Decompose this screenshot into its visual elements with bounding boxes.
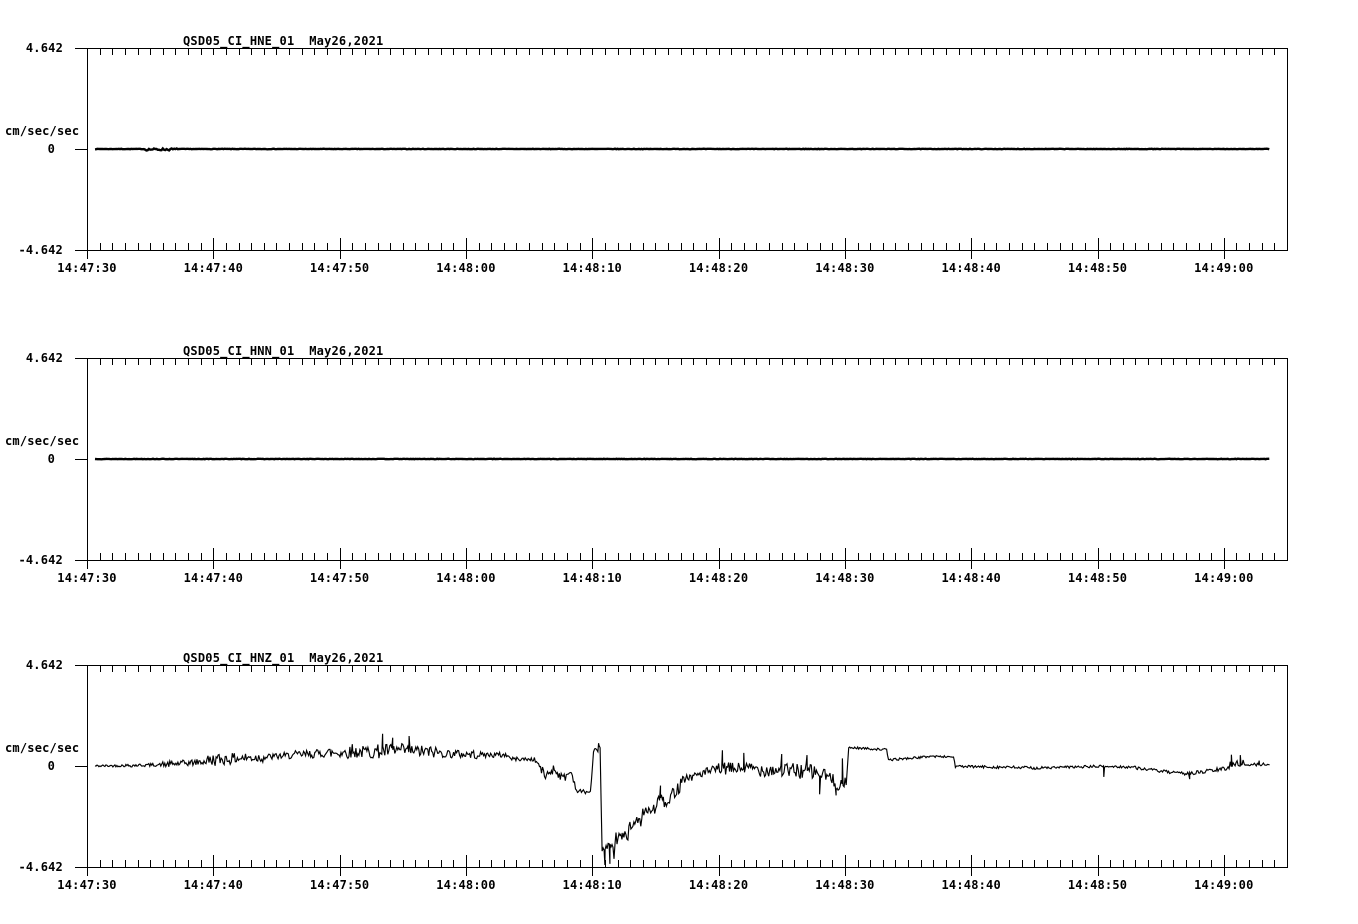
x-tick-label: 14:47:50 <box>309 571 370 585</box>
panel-title: QSD05_CI_HNN_01 May26,2021 <box>183 344 384 358</box>
panel-title: QSD05_CI_HNE_01 May26,2021 <box>183 34 384 48</box>
x-tick-label: 14:48:20 <box>688 261 749 275</box>
seismogram-panel-hnz: QSD05_CI_HNZ_01 May26,2021 4.642 cm/sec/… <box>0 617 1358 924</box>
x-tick-label: 14:48:50 <box>1067 878 1128 892</box>
y-max-label: 4.642 <box>25 351 63 365</box>
x-tick-label: 14:49:00 <box>1194 261 1254 275</box>
waveform-trace-qsd05_ci_hne_01 <box>94 146 1270 152</box>
x-tick-label: 14:48:00 <box>436 261 496 275</box>
x-tick-label: 14:48:10 <box>562 261 622 275</box>
seismogram-panel-hnn: QSD05_CI_HNN_01 May26,2021 4.642 cm/sec/… <box>0 310 1358 620</box>
axis-and-ticks <box>75 358 1288 569</box>
x-tick-label: 14:48:40 <box>941 261 1001 275</box>
x-tick-label: 14:48:50 <box>1067 571 1128 585</box>
x-tick-label: 14:48:00 <box>436 878 496 892</box>
x-tick-label: 14:49:00 <box>1194 571 1254 585</box>
x-tick-label: 14:47:50 <box>309 261 370 275</box>
y-min-label: -4.642 <box>18 243 63 257</box>
waveform-trace-qsd05_ci_hnn_01 <box>94 457 1270 461</box>
seismogram-panel-hne: QSD05_CI_HNE_01 May26,2021 4.642 cm/sec/… <box>0 0 1358 310</box>
y-min-label: -4.642 <box>18 553 63 567</box>
x-tick-label: 14:48:10 <box>562 571 622 585</box>
seismogram-display: QSD05_CI_HNE_01 May26,2021 4.642 cm/sec/… <box>0 0 1358 924</box>
x-tick-label: 14:47:30 <box>57 878 117 892</box>
x-tick-label: 14:48:30 <box>815 878 875 892</box>
panel-title: QSD05_CI_HNZ_01 May26,2021 <box>183 651 384 665</box>
x-tick-label: 14:47:40 <box>183 571 244 585</box>
x-tick-label: 14:48:20 <box>688 878 749 892</box>
x-tick-label: 14:48:40 <box>941 878 1001 892</box>
x-tick-label: 14:48:00 <box>436 571 496 585</box>
x-tick-label: 14:47:30 <box>57 571 117 585</box>
x-tick-label: 14:47:40 <box>183 261 244 275</box>
y-max-label: 4.642 <box>25 658 63 672</box>
axis-and-ticks <box>75 48 1288 259</box>
x-tick-label: 14:48:40 <box>941 571 1001 585</box>
y-unit-label: cm/sec/sec <box>5 741 80 755</box>
x-tick-label: 14:47:50 <box>309 878 370 892</box>
x-tick-label: 14:47:30 <box>57 261 117 275</box>
x-tick-label: 14:48:10 <box>562 878 622 892</box>
y-zero-label: 0 <box>47 759 55 773</box>
x-tick-label: 14:48:30 <box>815 261 875 275</box>
y-max-label: 4.642 <box>25 41 63 55</box>
x-tick-label: 14:47:40 <box>183 878 244 892</box>
x-tick-label: 14:48:50 <box>1067 261 1128 275</box>
y-unit-label: cm/sec/sec <box>5 434 80 448</box>
x-tick-label: 14:48:30 <box>815 571 875 585</box>
y-min-label: -4.642 <box>18 860 63 874</box>
y-unit-label: cm/sec/sec <box>5 124 80 138</box>
axis-and-ticks <box>75 665 1288 876</box>
y-zero-label: 0 <box>47 142 55 156</box>
x-tick-label: 14:48:20 <box>688 571 749 585</box>
x-tick-label: 14:49:00 <box>1194 878 1254 892</box>
y-zero-label: 0 <box>47 452 55 466</box>
waveform-trace-qsd05_ci_hnz_01 <box>94 733 1270 866</box>
